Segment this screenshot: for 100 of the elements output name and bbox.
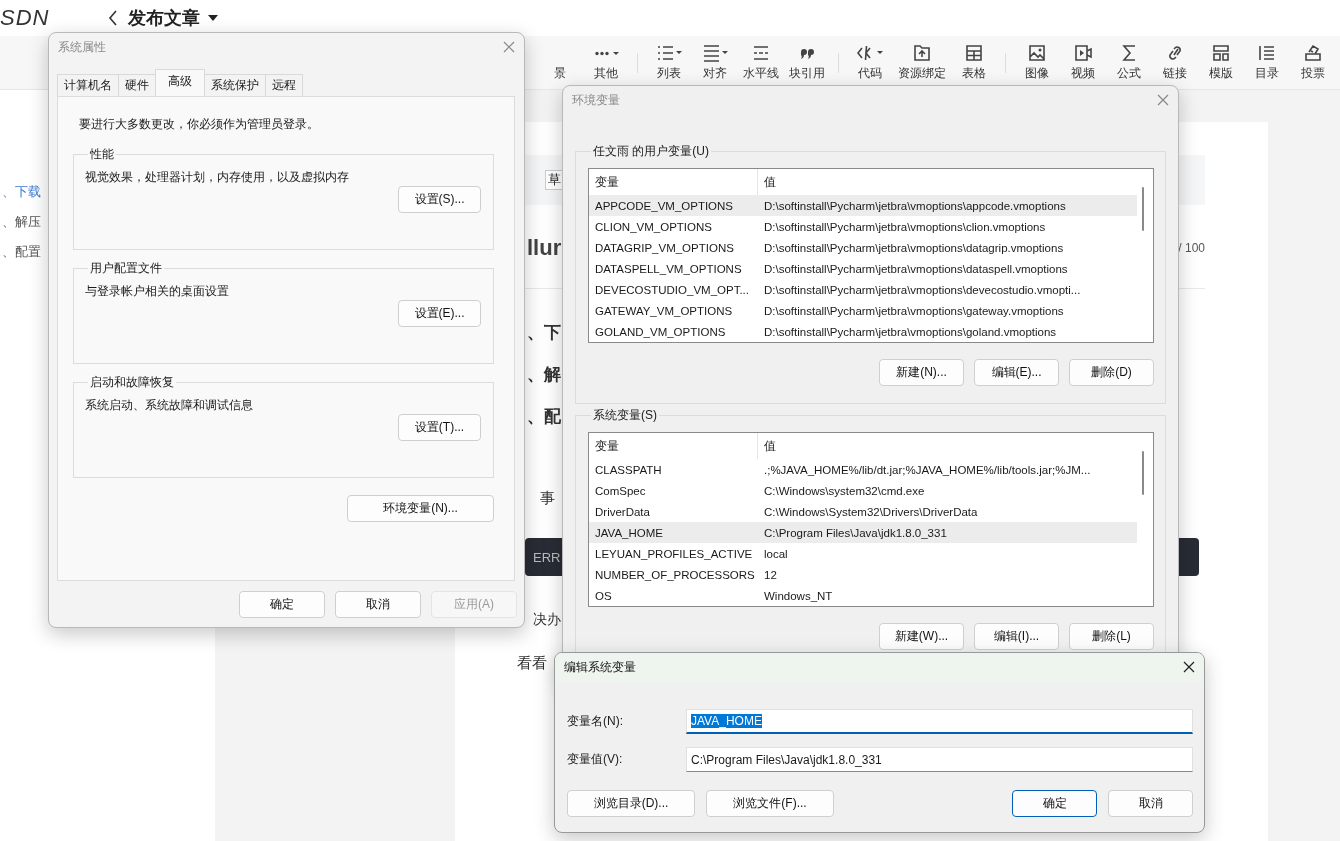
toolbar-button[interactable]: 表格 — [953, 43, 995, 82]
environment-variables-button[interactable]: 环境变量(N)... — [347, 495, 494, 522]
scrollbar-thumb[interactable] — [1142, 451, 1144, 495]
settings-button[interactable]: 设置(T)... — [398, 414, 481, 441]
list-row[interactable]: DATASPELL_VM_OPTIONS D:\softinstall\Pycharm\jetbra\vmoptions\dataspell.vmoptions — [589, 258, 1137, 279]
button[interactable]: 编辑(I)... — [974, 623, 1059, 650]
description: 系统启动、系统故障和调试信息 — [85, 397, 254, 414]
paragraph: 决办 — [533, 610, 561, 629]
align-icon — [702, 43, 728, 63]
toolbar-button[interactable]: 代码 — [849, 43, 891, 82]
toolbar-button[interactable]: 块引用 — [786, 43, 828, 82]
list-row[interactable]: DriverData C:\Windows\System32\Drivers\DriverData — [589, 501, 1137, 522]
code-text: ERR — [533, 549, 561, 565]
button[interactable]: 编辑(E)... — [974, 359, 1059, 386]
table-cell-text: 12 — [763, 567, 778, 583]
toolbar-button[interactable]: 资源绑定 — [895, 43, 949, 82]
toolbar-button[interactable]: 图像 — [1016, 43, 1058, 82]
close-icon — [1183, 661, 1195, 673]
notice-text: 要进行大多数更改，你必须作为管理员登录。 — [78, 116, 320, 132]
table-cell-text: GOLAND_VM_OPTIONS — [594, 324, 727, 340]
group-title: 性能 — [89, 146, 115, 163]
list-row[interactable]: LEYUAN_PROFILES_ACTIVE local — [589, 543, 1137, 564]
tab[interactable]: 远程 — [265, 74, 303, 96]
button[interactable]: 删除(D) — [1069, 359, 1154, 386]
settings-button[interactable]: 设置(S)... — [398, 186, 481, 213]
list-row[interactable]: APPCODE_VM_OPTIONS D:\softinstall\Pycharm\jetbra\vmoptions\appcode.vmoptions — [589, 195, 1137, 216]
title-input[interactable]: llur — [527, 235, 562, 261]
ellipsis-icon — [593, 49, 619, 57]
table-cell-text: D:\softinstall\Pycharm\jetbra\vmoptions\goland.vmoptions — [763, 324, 1058, 340]
button[interactable]: 浏览目录(D)... — [567, 790, 695, 817]
logo: SDN — [0, 5, 51, 31]
list-row[interactable]: GOLAND_VM_OPTIONS D:\softinstall\Pycharm\jetbra\vmoptions\goland.vmoptions — [589, 321, 1137, 342]
description: 视觉效果，处理器计划，内存使用，以及虚拟内存 — [85, 169, 350, 186]
list-row[interactable]: JAVA_HOME C:\Program Files\Java\jdk1.8.0_331 — [589, 522, 1137, 543]
button[interactable]: 浏览文件(F)... — [706, 790, 834, 817]
table-cell-text: C:\Windows\system32\cmd.exe — [763, 483, 926, 499]
tab[interactable]: 高级 — [155, 69, 205, 96]
button[interactable]: 新建(N)... — [879, 359, 964, 386]
list-row[interactable]: OS Windows_NT — [589, 585, 1137, 606]
description: 与登录帐户相关的桌面设置 — [85, 283, 230, 300]
heading: 、配 — [527, 406, 561, 428]
table-cell-text: CLASSPATH — [594, 462, 663, 478]
list-icon — [1258, 43, 1276, 63]
page-title: 发布文章 — [128, 7, 200, 30]
close-icon — [503, 41, 515, 53]
table-cell-text: NUMBER_OF_PROCESSORS — [594, 567, 756, 583]
toolbar-button[interactable]: 列表 — [648, 43, 690, 82]
column-header[interactable]: 变量 — [589, 433, 758, 459]
toolbar-button[interactable]: 投票 — [1292, 43, 1334, 82]
table-cell-text: D:\softinstall\Pycharm\jetbra\vmoptions\datagrip.vmoptions — [763, 240, 1065, 256]
settings-button[interactable]: 设置(E)... — [398, 300, 481, 327]
table-cell-text: CLION_VM_OPTIONS — [594, 219, 713, 235]
layout-icon — [1212, 43, 1230, 63]
toolbar-button[interactable]: 链接 — [1154, 43, 1196, 82]
list-row[interactable]: GATEWAY_VM_OPTIONS D:\softinstall\Pycharm\jetbra\vmoptions\gateway.vmoptions — [589, 300, 1137, 321]
group-title: 用户配置文件 — [89, 260, 163, 277]
toolbar-button[interactable]: 其他 — [585, 43, 627, 82]
window-title: 系统属性 — [58, 38, 106, 56]
input-field[interactable]: C:\Program Files\Java\jdk1.8.0_331 — [686, 747, 1193, 772]
toolbar-button[interactable]: 对齐 — [694, 43, 736, 82]
window-title: 编辑系统变量 — [564, 658, 636, 676]
table-cell-text: ComSpec — [594, 483, 647, 499]
scrollbar-thumb[interactable] — [1142, 187, 1144, 231]
toolbar-button[interactable]: 公式 — [1108, 43, 1150, 82]
table-cell-text: DATASPELL_VM_OPTIONS — [594, 261, 743, 277]
upload-icon — [913, 43, 931, 63]
button[interactable]: 确定 — [1012, 790, 1097, 817]
column-header[interactable]: 值 — [758, 169, 1137, 195]
table-cell-text: GATEWAY_VM_OPTIONS — [594, 303, 734, 319]
dialog-button[interactable]: 取消 — [335, 591, 421, 618]
table-cell-text: D:\softinstall\Pycharm\jetbra\vmoptions\dataspell.vmoptions — [763, 261, 1069, 277]
paragraph: 事 — [540, 488, 555, 508]
list-row[interactable]: DATAGRIP_VM_OPTIONS D:\softinstall\Pycharm\jetbra\vmoptions\datagrip.vmoptions — [589, 237, 1137, 258]
back-icon — [108, 10, 118, 26]
image-icon — [1028, 43, 1046, 63]
field-label: 变量值(V): — [567, 751, 624, 768]
table-cell-text: C:\Program Files\Java\jdk1.8.0_331 — [763, 525, 948, 541]
button[interactable]: 新建(W)... — [879, 623, 964, 650]
list-row[interactable]: CLION_VM_OPTIONS D:\softinstall\Pycharm\jetbra\vmoptions\clion.vmoptions — [589, 216, 1137, 237]
table-cell-text: JAVA_HOME — [594, 525, 664, 541]
toolbar-button[interactable]: 水平线 — [740, 43, 782, 82]
toolbar-button[interactable]: 目录 — [1246, 43, 1288, 82]
tab[interactable]: 计算机名 — [57, 74, 119, 96]
button[interactable]: 取消 — [1108, 790, 1193, 817]
table-cell-text: C:\Windows\System32\Drivers\DriverData — [763, 504, 979, 520]
heading: 、下 — [527, 322, 561, 344]
toolbar-button[interactable]: 视频 — [1062, 43, 1104, 82]
button[interactable]: 删除(L) — [1069, 623, 1154, 650]
video-icon — [1074, 43, 1092, 63]
input-field[interactable]: JAVA_HOME — [686, 709, 1193, 734]
list-row[interactable]: NUMBER_OF_PROCESSORS 12 — [589, 564, 1137, 585]
list-row[interactable]: CLASSPATH .;%JAVA_HOME%/lib/dt.jar;%JAVA_HOME%/lib/tools.jar;%JM... — [589, 459, 1137, 480]
list-row[interactable]: ComSpec C:\Windows\system32\cmd.exe — [589, 480, 1137, 501]
toolbar-button[interactable]: 景 — [539, 43, 581, 82]
list-row[interactable]: DEVECOSTUDIO_VM_OPT... D:\softinstall\Pycharm\jetbra\vmoptions\devecostudio.vmopti... — [589, 279, 1137, 300]
dialog-button[interactable]: 确定 — [239, 591, 325, 618]
toolbar-button[interactable]: 模版 — [1200, 43, 1242, 82]
table-cell-text: OS — [594, 588, 613, 604]
table-cell-text: LEYUAN_PROFILES_ACTIVE — [594, 546, 754, 562]
column-header[interactable]: 值 — [758, 433, 1137, 459]
